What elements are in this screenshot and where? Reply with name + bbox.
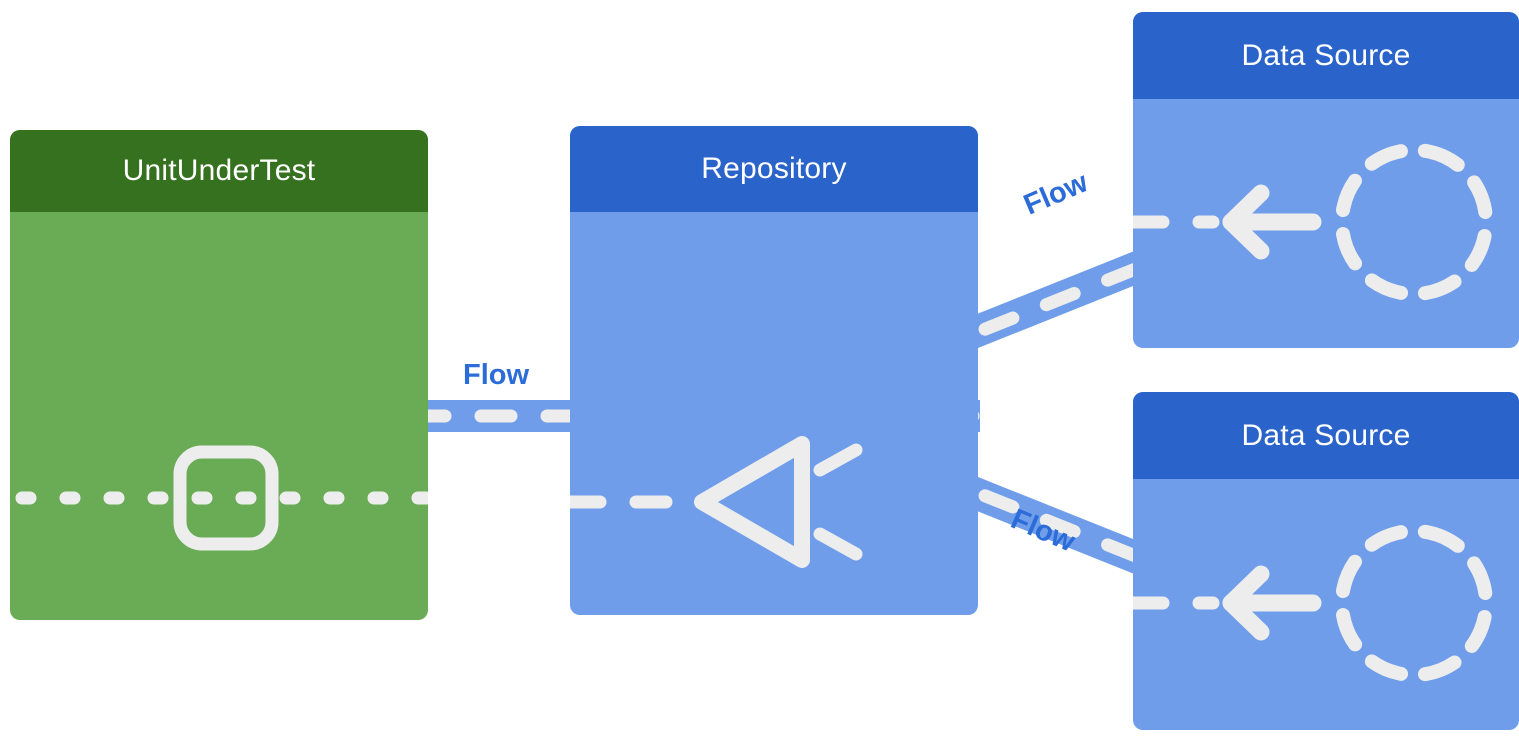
node-title-data-source-bottom: Data Source [1241,418,1411,452]
dashed-circle-icon [1335,524,1493,682]
unit-under-test-glyph-layer [15,445,428,551]
flow-label-text: Flow [1019,166,1093,222]
node-data-source-top[interactable]: Data Source [1133,12,1519,348]
node-title-data-source-top: Data Source [1241,38,1411,72]
node-body-data-source-top [1133,99,1519,348]
node-title-repository: Repository [701,152,847,185]
node-header-repository: Repository [570,126,978,212]
flow-label-text: Flow [1006,503,1080,559]
rounded-square-outline-icon [173,445,279,551]
node-header-data-source-bottom: Data Source [1133,392,1519,479]
diagram-canvas: UnitUnderTest Repository Data Source Dat… [0,0,1519,741]
flow-label-top-datasource-to-repository: Flow [1019,166,1093,222]
node-data-source-bottom[interactable]: Data Source [1133,392,1519,730]
node-unit-under-test[interactable]: UnitUnderTest [10,130,428,620]
dashed-circle-icon [1335,142,1493,301]
node-title-unit-under-test: UnitUnderTest [122,154,316,187]
data-source-top-glyph-layer [1133,142,1493,301]
node-header-unit-under-test: UnitUnderTest [10,130,428,212]
flow-label-repository-to-unit: Flow [463,361,529,390]
node-body-repository [570,212,978,615]
flow-label-text: Flow [463,359,530,391]
node-header-data-source-top: Data Source [1133,12,1519,99]
node-body-unit-under-test [10,212,428,620]
data-source-bottom-glyph-layer [1133,524,1493,682]
merge-triangle-icon [694,436,810,568]
node-body-data-source-bottom [1133,479,1519,730]
node-repository[interactable]: Repository [570,126,978,615]
arrow-left-icon [1222,184,1322,260]
repository-glyph-layer [570,436,863,568]
flow-label-bottom-datasource-to-repository: Flow [1006,503,1080,559]
arrow-left-icon [1222,565,1322,641]
